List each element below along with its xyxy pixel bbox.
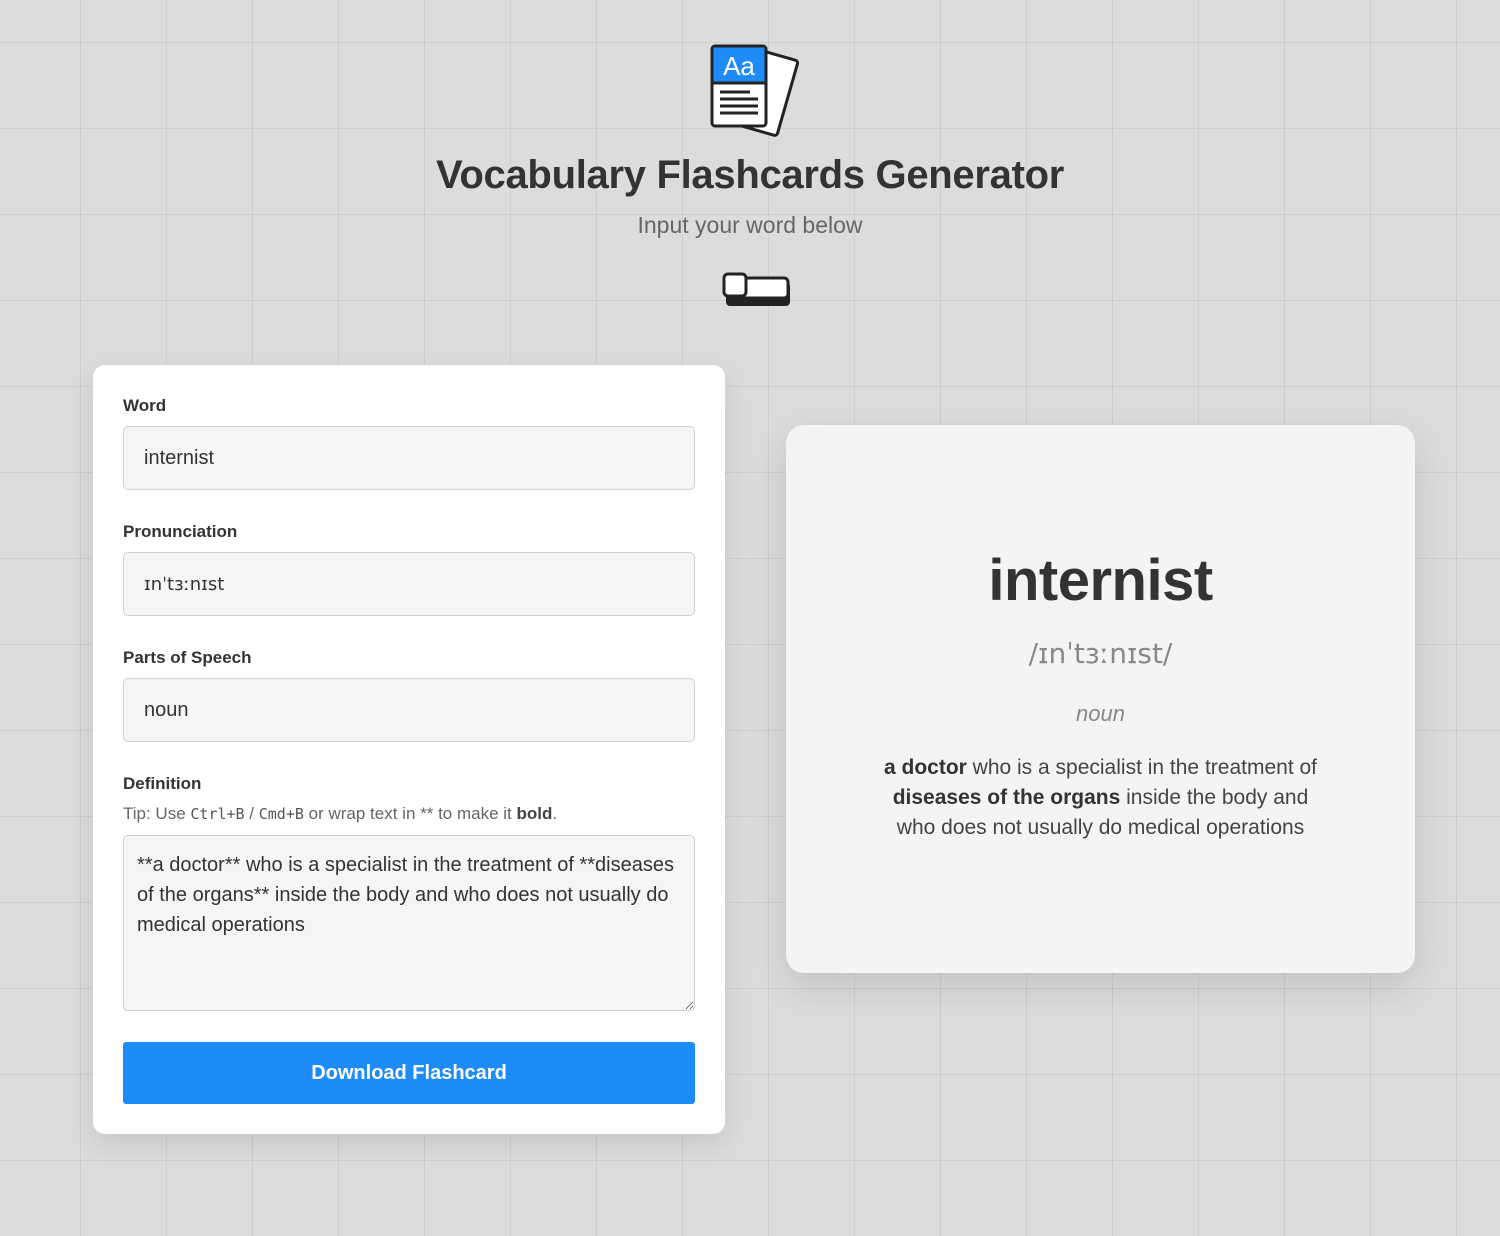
download-flashcard-button[interactable]: Download Flashcard (123, 1042, 695, 1104)
card-word: internist (988, 548, 1213, 613)
card-definition-bold: a doctor (883, 756, 967, 779)
definition-tip: Tip: Use Ctrl+B / Cmd+B or wrap text in … (123, 804, 557, 824)
page-subtitle: Input your word below (637, 212, 863, 238)
logo-text: Aa (723, 51, 755, 81)
card-definition: a doctor who is a specialist in the trea… (878, 753, 1323, 843)
theme-toggle-icon[interactable] (722, 272, 792, 310)
flashcard-form: Word Pronunciation Parts of Speech Defin… (93, 365, 725, 1134)
flashcards-aa-icon: Aa (710, 44, 800, 137)
pronunciation-label: Pronunciation (123, 522, 238, 541)
parts-of-speech-label: Parts of Speech (123, 648, 252, 667)
tip-text-middle: or wrap text in ** to make it (303, 804, 517, 823)
card-part-of-speech: noun (1076, 701, 1125, 726)
card-definition-text: who is a specialist in the treatment of (966, 756, 1317, 779)
tip-text: Tip: Use (123, 804, 191, 823)
word-input[interactable] (123, 426, 695, 490)
tip-separator: / (244, 804, 259, 823)
tip-text-end: . (552, 804, 558, 823)
pronunciation-input[interactable] (123, 552, 695, 616)
tip-bold-word: bold (516, 804, 553, 823)
card-pronunciation: /ɪnˈtɜːnɪst/ (1028, 637, 1173, 670)
definition-textarea[interactable]: **a doctor** who is a specialist in the … (123, 835, 695, 1011)
definition-label: Definition (123, 774, 202, 793)
word-label: Word (123, 396, 167, 415)
tip-ctrl-key: Ctrl+B (190, 805, 245, 823)
flashcard-preview: internist /ɪnˈtɜːnɪst/ noun a doctor who… (786, 425, 1415, 973)
tip-cmd-key: Cmd+B (258, 805, 304, 823)
card-definition-bold: diseases of the organs (892, 786, 1121, 809)
parts-of-speech-input[interactable] (123, 678, 695, 742)
page-title: Vocabulary Flashcards Generator (436, 153, 1064, 197)
